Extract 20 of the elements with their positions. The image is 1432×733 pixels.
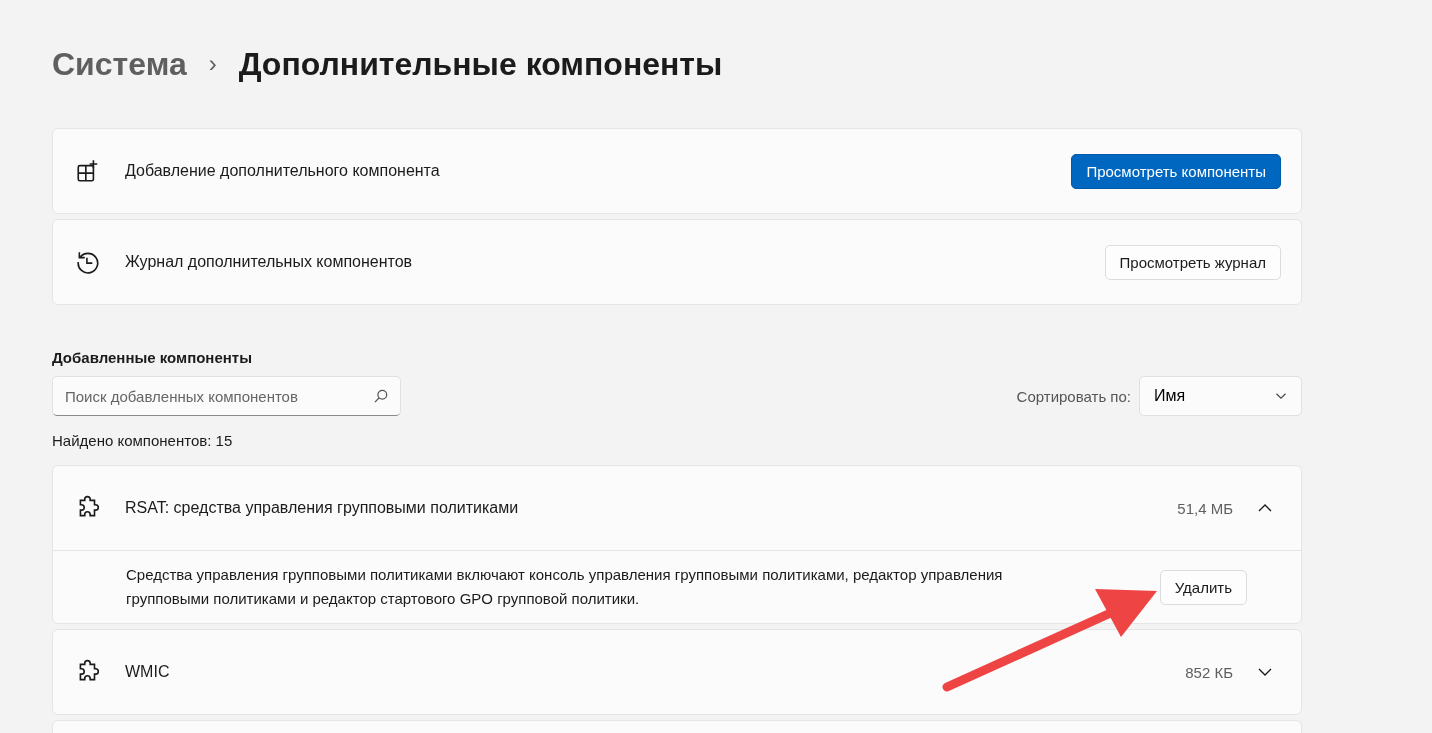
component-name: WMIC <box>125 663 171 681</box>
sort-dropdown[interactable]: Имя <box>1139 376 1302 416</box>
search-icon <box>374 389 388 403</box>
card-label: Добавление дополнительного компонента <box>125 162 441 180</box>
card-label: Журнал дополнительных компонентов <box>125 253 414 271</box>
page-title: Дополнительные компоненты <box>238 45 723 83</box>
breadcrumb-separator: › <box>208 50 217 78</box>
result-count: Найдено компонентов: 15 <box>52 432 234 449</box>
component-name: RSAT: средства управления групповыми политиками <box>125 499 520 517</box>
view-button[interactable]: Просмотреть компоненты <box>1071 153 1281 189</box>
section-title: Добавленные компоненты <box>52 349 253 366</box>
search-field[interactable]: Поиск добавленных компонентов <box>52 376 401 416</box>
component-size: 51,4 МБ <box>1177 499 1233 517</box>
view-button[interactable]: Просмотреть журнал <box>1104 244 1281 280</box>
breadcrumb-parent[interactable]: Система <box>52 45 187 83</box>
remove-button[interactable]: Удалить <box>1159 569 1247 605</box>
history-icon <box>75 249 101 275</box>
sort-label: Сортировать по: <box>1016 387 1131 405</box>
component-size: 852 КБ <box>1185 663 1233 681</box>
component-description: Средства управления групповыми политиками включают консоль управления групповыми политиками, редактор управления групповыми политиками и редактор стартового GPO групповой политики. <box>126 565 1004 609</box>
